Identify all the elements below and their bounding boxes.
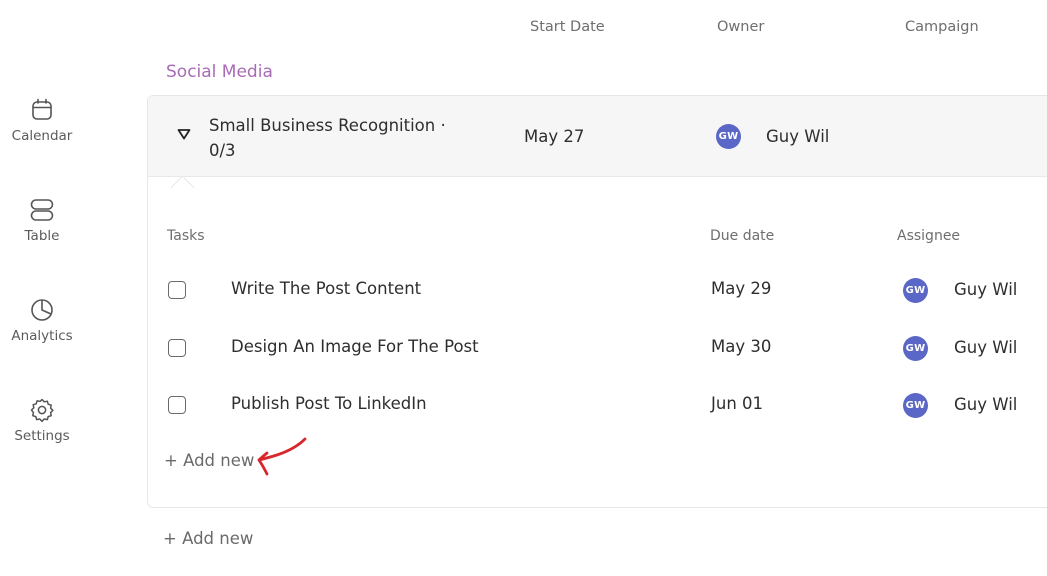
task-assignee-name[interactable]: Guy Wil [954,280,1017,299]
pie-chart-icon [31,299,53,321]
table-row: Publish Post To LinkedIn Jun 01 GW Guy W… [148,387,1047,427]
subtable-header-due-date: Due date [710,228,775,244]
calendar-icon [32,98,52,120]
sidebar-item-calendar[interactable]: Calendar [0,96,84,144]
project-row[interactable]: Small Business Recognition · 0/3 May 27 … [148,96,1047,177]
column-header-owner[interactable]: Owner [717,19,764,35]
sidebar-item-label: Settings [14,428,70,444]
task-name[interactable]: Design An Image For The Post [231,337,479,356]
table-row: Design An Image For The Post May 30 GW G… [148,330,1047,370]
sidebar: Calendar Table Analytics Settings [0,0,84,576]
task-due-date[interactable]: May 29 [711,279,771,298]
table-row: Write The Post Content May 29 GW Guy Wil [148,272,1047,312]
subtable-header-assignee: Assignee [897,228,961,244]
subtable-header-tasks: Tasks [167,228,205,244]
avatar: GW [903,278,928,303]
task-checkbox[interactable] [168,396,186,414]
project-start-date[interactable]: May 27 [524,127,584,146]
sidebar-item-analytics[interactable]: Analytics [0,296,84,344]
column-header-start-date[interactable]: Start Date [530,19,605,35]
project-owner-name[interactable]: Guy Wil [766,127,829,146]
collapse-caret-icon[interactable] [176,126,192,142]
group-title: Social Media [166,62,273,82]
task-checkbox[interactable] [168,339,186,357]
annotation-arrow-icon [257,437,307,476]
add-task-button[interactable]: + Add new [164,451,254,470]
sidebar-item-table[interactable]: Table [0,196,84,244]
avatar: GW [716,124,741,149]
sidebar-item-settings[interactable]: Settings [0,396,84,444]
task-assignee-name[interactable]: Guy Wil [954,395,1017,414]
task-name[interactable]: Write The Post Content [231,279,421,298]
sidebar-item-label: Calendar [11,128,73,144]
avatar: GW [903,336,928,361]
project-name[interactable]: Small Business Recognition · 0/3 [209,113,449,163]
task-due-date[interactable]: Jun 01 [711,394,763,413]
task-checkbox[interactable] [168,281,186,299]
sidebar-item-label: Table [24,228,60,244]
gear-icon [30,398,54,423]
sidebar-item-label: Analytics [11,328,73,344]
column-header-campaign[interactable]: Campaign [905,19,979,35]
expand-pointer [170,175,195,200]
task-assignee-name[interactable]: Guy Wil [954,338,1017,357]
table-icon [30,199,54,221]
avatar: GW [903,393,928,418]
add-project-button[interactable]: + Add new [163,529,253,548]
task-due-date[interactable]: May 30 [711,337,771,356]
task-name[interactable]: Publish Post To LinkedIn [231,394,427,413]
